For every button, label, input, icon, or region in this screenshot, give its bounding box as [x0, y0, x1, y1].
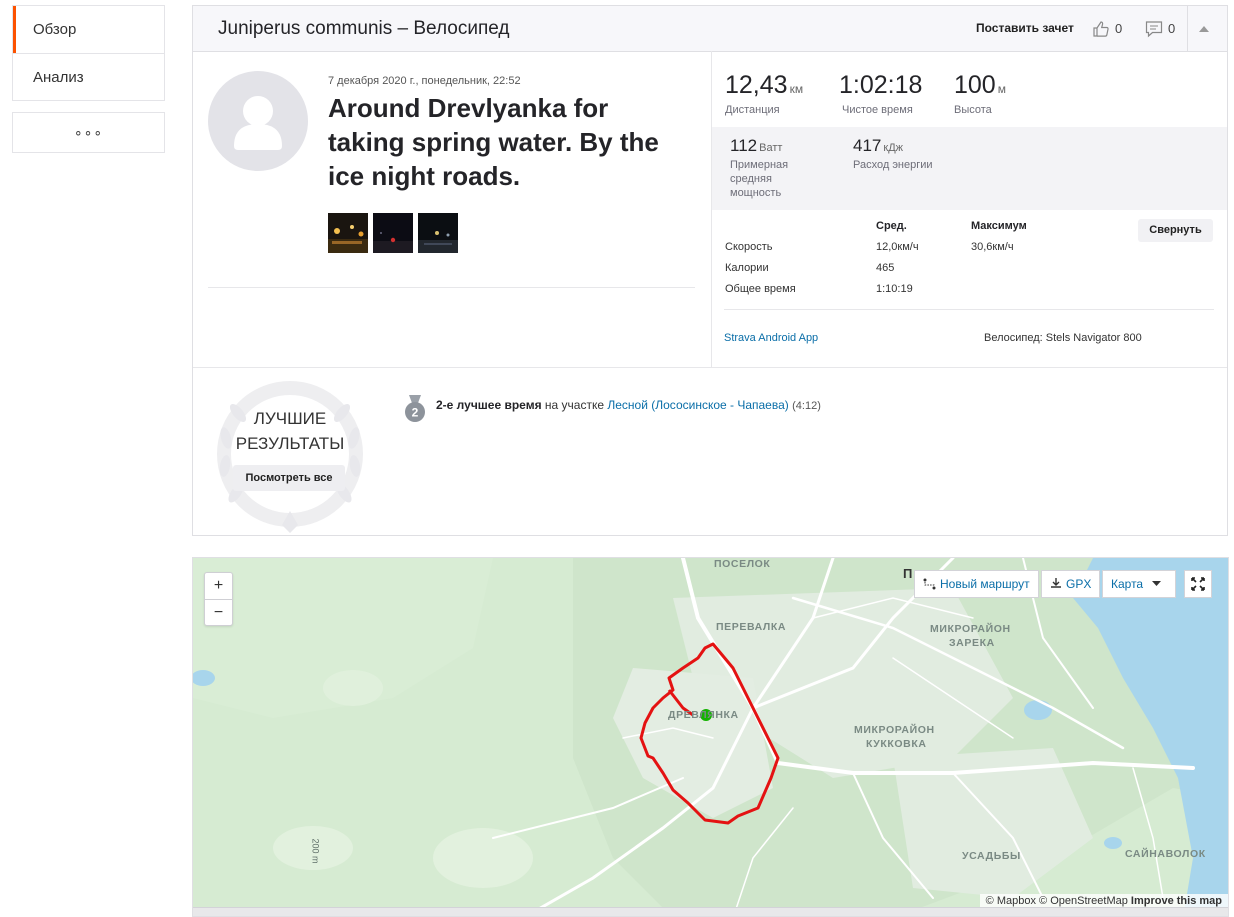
gpx-button[interactable]: GPX	[1041, 570, 1101, 598]
moving-time-label: Чистое время	[842, 104, 913, 116]
row-label: Скорость	[725, 241, 773, 253]
power-label: Примерная средняя мощность	[730, 159, 789, 199]
osm-link[interactable]: © OpenStreetMap	[1039, 895, 1128, 907]
power-unit: Ватт	[759, 142, 783, 154]
map-label-usadby: УСАДЬБЫ	[962, 850, 1021, 862]
distance-unit: км	[789, 82, 804, 96]
moving-time-value: 1:02:18	[839, 71, 923, 99]
row-avg: 465	[876, 262, 895, 274]
map-label-zareka-2: ЗАРЕКА	[949, 637, 995, 649]
activity-photo[interactable]	[418, 213, 458, 253]
power-stat: 112 Ватт	[730, 136, 782, 156]
row-avg: 1:10:19	[876, 283, 913, 295]
map-scale: 200 m	[310, 838, 321, 864]
thumbs-up-icon[interactable]	[1091, 19, 1111, 39]
divider	[208, 287, 695, 288]
new-route-label: Новый маршрут	[940, 577, 1030, 591]
map-canvas	[193, 558, 1228, 916]
best-results-title: ЛУЧШИЕ РЕЗУЛЬТАТЫ	[217, 406, 363, 456]
section-divider	[193, 367, 1227, 368]
route-map[interactable]: ПОСЕЛОК ПЕРЕВАЛКА МИКРОРАЙОН ЗАРЕКА ДРЕВ…	[192, 557, 1229, 917]
activity-title: Juniperus communis – Велосипед	[218, 18, 510, 39]
best-results-line2: РЕЗУЛЬТАТЫ	[235, 434, 345, 453]
route-icon	[923, 578, 936, 590]
activity-name: Around Drevlyanka for taking spring wate…	[328, 93, 659, 191]
segment-time: (4:12)	[792, 400, 821, 412]
energy-label: Расход энергии	[853, 159, 933, 171]
device-app-link[interactable]: Strava Android App	[724, 332, 818, 344]
map-attribution: © Mapbox © OpenStreetMap Improve this ma…	[979, 894, 1228, 908]
map-label-kukkovka-2: КУККОВКА	[866, 738, 927, 750]
row-label: Общее время	[725, 283, 796, 295]
gpx-label: GPX	[1066, 577, 1092, 591]
download-icon	[1051, 578, 1061, 588]
elevation-value: 100	[954, 71, 996, 99]
header-divider	[1187, 6, 1188, 51]
activity-photo[interactable]	[328, 213, 368, 253]
energy-value: 417	[853, 136, 882, 155]
new-route-button[interactable]: Новый маршрут	[914, 570, 1039, 598]
chevron-down-icon	[1152, 581, 1162, 586]
effort-text: на участке	[541, 398, 608, 412]
sidebar-item-overview[interactable]: Обзор	[13, 6, 164, 53]
map-label-p: П	[903, 566, 913, 581]
user-icon	[234, 96, 282, 150]
zoom-out-button[interactable]: −	[205, 600, 232, 626]
map-type-label: Карта	[1111, 577, 1144, 591]
row-avg: 12,0км/ч	[876, 241, 919, 253]
energy-unit: кДж	[883, 142, 903, 154]
segment-effort: 2-е лучшее время на участке Лесной (Лосо…	[436, 398, 821, 412]
fullscreen-button[interactable]	[1184, 570, 1212, 598]
fullscreen-icon	[1191, 577, 1205, 591]
map-label-zareka-1: МИКРОРАЙОН	[930, 623, 1011, 635]
map-label-poselok: ПОСЕЛОК	[714, 558, 771, 570]
segment-link[interactable]: Лесной (Лососинское - Чапаева)	[607, 398, 788, 412]
map-type-dropdown[interactable]: Карта	[1102, 570, 1176, 598]
bike-info: Велосипед: Stels Navigator 800	[984, 332, 1142, 344]
see-all-button[interactable]: Посмотреть все	[233, 465, 345, 491]
best-results-line1: ЛУЧШИЕ	[253, 409, 327, 428]
distance-stat: 12,43 км	[725, 71, 803, 100]
medal-rank: 2	[412, 406, 419, 420]
distance-label: Дистанция	[725, 104, 780, 116]
divider	[724, 309, 1214, 310]
activity-card: Juniperus communis – Велосипед Поставить…	[192, 5, 1228, 536]
kudos-count: 0	[1115, 21, 1123, 36]
activity-photo[interactable]	[373, 213, 413, 253]
sidebar-item-analysis[interactable]: Анализ	[13, 54, 164, 101]
row-max: 30,6км/ч	[971, 241, 1014, 253]
elevation-label: Высота	[954, 104, 992, 116]
more-options-button[interactable]: ∘∘∘	[12, 112, 165, 153]
zoom-in-button[interactable]: +	[205, 573, 232, 599]
give-kudos-button[interactable]: Поставить зачет	[976, 6, 1074, 51]
max-column-header: Максимум	[971, 220, 1027, 232]
map-label-kukkovka-1: МИКРОРАЙОН	[854, 724, 935, 736]
improve-map-link[interactable]: Improve this map	[1131, 895, 1222, 907]
energy-stat: 417 кДж	[853, 136, 903, 156]
map-label-saynavolok: САЙНАВОЛОК	[1125, 848, 1206, 860]
avg-column-header: Сред.	[876, 220, 907, 232]
athlete-avatar[interactable]	[208, 71, 308, 171]
row-label: Калории	[725, 262, 769, 274]
activity-date: 7 декабря 2020 г., понедельник, 22:52	[328, 75, 521, 87]
silver-medal-icon: 2	[405, 395, 425, 422]
elevation-stat: 100 м	[954, 71, 1006, 100]
collapse-up-icon[interactable]	[1197, 23, 1211, 35]
map-label-perevalka: ПЕРЕВАЛКА	[716, 621, 787, 633]
effort-rank: 2-е лучшее время	[436, 398, 542, 412]
mapbox-link[interactable]: © Mapbox	[986, 895, 1036, 907]
comments-count: 0	[1168, 21, 1176, 36]
map-label-drevlyanka: ДРЕВЛЯНКА	[668, 709, 739, 721]
sidebar-nav: Обзор Анализ	[12, 5, 165, 101]
power-value: 112	[730, 136, 758, 155]
map-resize-handle[interactable]	[193, 907, 1228, 916]
distance-value: 12,43	[725, 71, 788, 99]
collapse-button[interactable]: Свернуть	[1138, 219, 1213, 242]
comment-icon[interactable]	[1144, 19, 1164, 39]
elevation-unit: м	[997, 82, 1006, 96]
activity-header: Juniperus communis – Велосипед Поставить…	[193, 6, 1227, 52]
zoom-control: + −	[204, 572, 233, 626]
